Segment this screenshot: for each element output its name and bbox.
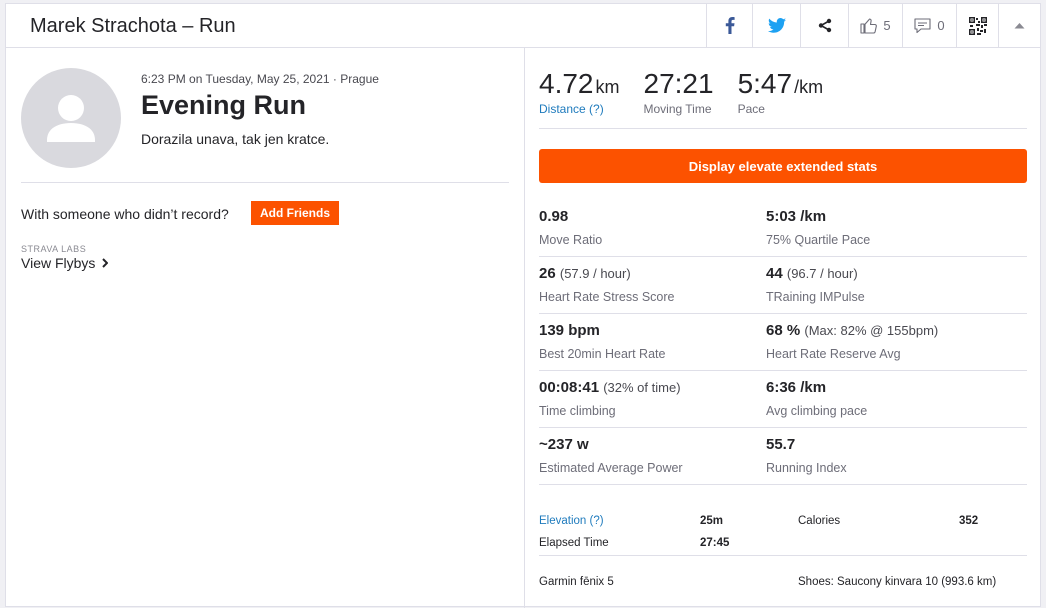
- stat-moving-time: 27:21 Moving Time: [644, 68, 714, 116]
- distance-unit: km: [595, 77, 620, 97]
- elevation-label[interactable]: Elevation (?): [539, 515, 604, 527]
- facebook-icon: [725, 17, 735, 34]
- extended-stats-grid: 0.98 Move Ratio 5:03 /km 75% Quartile Pa…: [539, 200, 1027, 485]
- stat-cell: 139 bpm Best 20min Heart Rate: [539, 314, 766, 370]
- calories-value: 352: [959, 515, 979, 527]
- activity-summary-panel: 6:23 PM on Tuesday, May 25, 2021 · Pragu…: [6, 48, 523, 608]
- stat-label: Heart Rate Stress Score: [539, 290, 675, 304]
- distance-value: 4.72: [539, 68, 594, 99]
- stat-value: ~237 w: [539, 436, 589, 453]
- activity-frame: Marek Strachota – Run 5 0 6:23 PM on Tue…: [5, 3, 1041, 608]
- stat-label: 75% Quartile Pace: [766, 233, 871, 247]
- add-friends-button[interactable]: Add Friends: [251, 201, 340, 225]
- share-icon: [818, 18, 831, 33]
- divider: [539, 128, 1027, 129]
- stat-value: 26: [539, 265, 556, 282]
- stat-value: 55.7: [766, 436, 796, 453]
- share-button[interactable]: [800, 4, 848, 47]
- distance-label[interactable]: Distance (?): [539, 102, 620, 116]
- qr-code-button[interactable]: [956, 4, 998, 47]
- stats-row: 139 bpm Best 20min Heart Rate 68 % (Max:…: [539, 314, 1027, 371]
- twitter-share-button[interactable]: [752, 4, 800, 47]
- stat-label: Estimated Average Power: [539, 461, 683, 475]
- stat-value: 44: [766, 265, 783, 282]
- activity-name: Evening Run: [141, 90, 307, 120]
- stat-label: TRaining IMPulse: [766, 290, 865, 304]
- activity-description: Dorazila unava, tak jen kratce.: [141, 131, 330, 147]
- facebook-share-button[interactable]: [706, 4, 752, 47]
- stat-value: 68 %: [766, 322, 801, 339]
- moving-time-value: 27:21: [643, 68, 714, 99]
- shoes-info: Shoes: Saucony kinvara 10 (993.6 km): [798, 576, 997, 588]
- stat-cell: 5:03 /km 75% Quartile Pace: [766, 200, 1027, 256]
- stat-extra: (96.7 / hour): [786, 266, 858, 281]
- elapsed-time-label: Elapsed Time: [539, 537, 609, 549]
- stat-value: 00:08:41: [539, 379, 600, 396]
- stat-cell: 55.7 Running Index: [766, 428, 1027, 484]
- elevate-extended-stats-button[interactable]: Display elevate extended stats: [539, 149, 1027, 183]
- view-flybys-label: View Flybys: [21, 255, 96, 271]
- stat-pace: 5:47/km Pace: [738, 68, 824, 116]
- stats-row: ~237 w Estimated Average Power 55.7 Runn…: [539, 428, 1027, 485]
- collapse-button[interactable]: [998, 4, 1040, 47]
- kudos-button[interactable]: 5: [848, 4, 902, 47]
- stat-cell: 0.98 Move Ratio: [539, 200, 766, 256]
- stat-label: Best 20min Heart Rate: [539, 347, 666, 361]
- stat-label: Avg climbing pace: [766, 404, 868, 418]
- stat-cell: 44 (96.7 / hour) TRaining IMPulse: [766, 257, 1027, 313]
- elapsed-time-value: 27:45: [700, 537, 730, 549]
- chevron-up-icon: [1014, 23, 1025, 29]
- moving-time-label: Moving Time: [643, 102, 712, 116]
- twitter-icon: [767, 18, 786, 33]
- comment-count: 0: [937, 18, 945, 33]
- stat-extra: (32% of time): [603, 380, 681, 395]
- kudos-count: 5: [883, 18, 891, 33]
- stat-value: 0.98: [539, 208, 569, 225]
- device-name: Garmin fēnix 5: [539, 576, 614, 588]
- stat-extra: (57.9 / hour): [559, 266, 631, 281]
- stat-label: Move Ratio: [539, 233, 603, 247]
- activity-title: Marek Strachota – Run: [30, 15, 236, 37]
- top-stats: 4.72 km Distance (?) 27:21 Moving Time 5:…: [539, 68, 847, 116]
- header-actions: 5 0: [706, 4, 1040, 47]
- stat-cell: 00:08:41 (32% of time) Time climbing: [539, 371, 766, 427]
- stat-distance: 4.72 km Distance (?): [539, 68, 620, 116]
- divider: [21, 182, 509, 183]
- elevation-value: 25m: [700, 515, 724, 527]
- stat-cell: 68 % (Max: 82% @ 155bpm) Heart Rate Rese…: [766, 314, 1027, 370]
- stat-extra: (Max: 82% @ 155bpm): [804, 323, 939, 338]
- qr-code-icon: [968, 16, 987, 35]
- stat-cell: ~237 w Estimated Average Power: [539, 428, 766, 484]
- stat-label: Time climbing: [539, 404, 616, 418]
- comment-button[interactable]: 0: [902, 4, 956, 47]
- stat-cell: 26 (57.9 / hour) Heart Rate Stress Score: [539, 257, 766, 313]
- pace-value: 5:47: [737, 68, 793, 99]
- activity-header: Marek Strachota – Run 5 0: [6, 4, 1040, 48]
- chevron-right-icon: [102, 258, 109, 268]
- avatar[interactable]: [21, 68, 121, 168]
- comment-icon: [914, 17, 931, 33]
- user-placeholder-icon: [47, 95, 95, 142]
- stat-value: 5:03 /km: [766, 208, 827, 225]
- thumbs-up-icon: [860, 18, 878, 34]
- stat-label: Heart Rate Reserve Avg: [766, 347, 901, 361]
- stat-value: 6:36 /km: [766, 379, 827, 396]
- stat-value: 139 bpm: [539, 322, 600, 339]
- stats-row: 00:08:41 (32% of time) Time climbing 6:3…: [539, 371, 1027, 428]
- activity-stats-panel: 4.72 km Distance (?) 27:21 Moving Time 5:…: [524, 48, 1040, 608]
- stat-label: Running Index: [766, 461, 847, 475]
- activity-date-location: 6:23 PM on Tuesday, May 25, 2021 · Pragu…: [141, 72, 379, 86]
- calories-label: Calories: [798, 515, 841, 527]
- more-stats: Elevation (?) 25m Calories 352 Elapsed T…: [539, 506, 1027, 556]
- stats-row: 0.98 Move Ratio 5:03 /km 75% Quartile Pa…: [539, 200, 1027, 257]
- strava-labs-label: STRAVA LABS: [21, 244, 87, 254]
- pace-label: Pace: [737, 102, 765, 116]
- stat-cell: 6:36 /km Avg climbing pace: [766, 371, 1027, 427]
- with-someone-text: With someone who didn’t record?: [21, 206, 229, 222]
- stats-row: 26 (57.9 / hour) Heart Rate Stress Score…: [539, 257, 1027, 314]
- view-flybys-link[interactable]: View Flybys: [21, 255, 109, 271]
- pace-unit: /km: [794, 77, 824, 97]
